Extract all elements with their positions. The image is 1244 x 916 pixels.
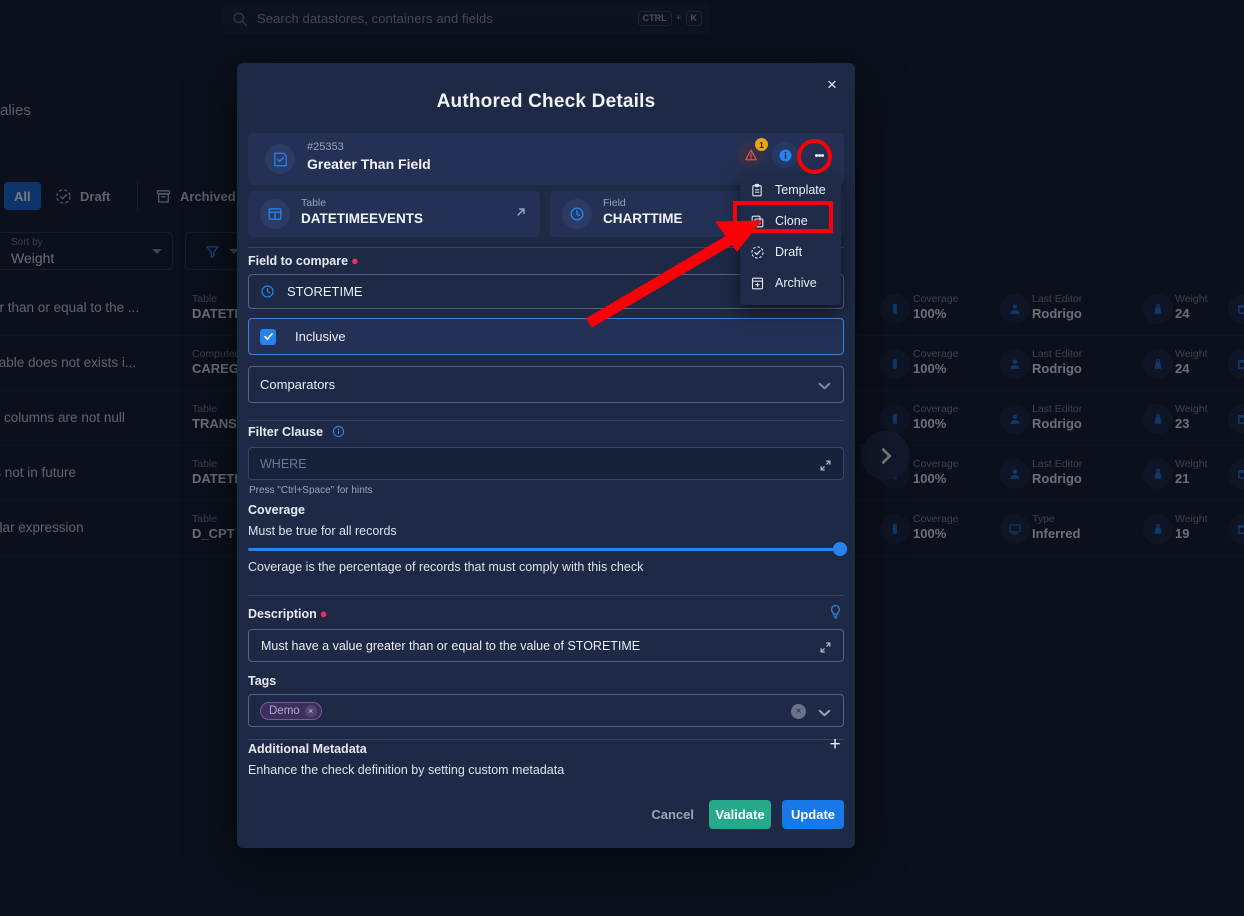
inclusive-checkbox-row[interactable]: Inclusive <box>248 318 844 355</box>
description-value: Must have a value greater than or equal … <box>261 638 641 653</box>
modal-title: Authored Check Details <box>436 91 656 112</box>
coverage-label: Coverage <box>248 503 305 517</box>
check-icon <box>265 144 295 174</box>
menu-item-template[interactable]: Template <box>740 175 841 206</box>
description-label-text: Description <box>248 607 317 621</box>
additional-metadata-subtitle: Enhance the check definition by setting … <box>248 763 565 777</box>
comparators-select[interactable]: Comparators <box>248 366 844 403</box>
menu-item-template-label: Template <box>775 183 826 198</box>
tag-chip[interactable]: Demo × <box>260 701 322 720</box>
description-input[interactable]: Must have a value greater than or equal … <box>248 629 844 662</box>
inclusive-label: Inclusive <box>295 329 346 344</box>
draft-check-icon <box>750 245 765 260</box>
menu-item-clone-label: Clone <box>775 214 808 229</box>
filter-clause-label-text: Filter Clause <box>248 425 324 439</box>
chevron-down-icon[interactable] <box>818 709 831 717</box>
coverage-slider-thumb[interactable] <box>833 542 847 556</box>
comparators-label: Comparators <box>260 377 336 392</box>
coverage-slider[interactable] <box>248 548 844 551</box>
more-options-button[interactable] <box>806 142 832 168</box>
lightbulb-icon[interactable] <box>828 604 843 620</box>
clock-icon <box>562 199 592 229</box>
menu-item-clone[interactable]: Clone <box>740 206 841 237</box>
field-to-compare-value: STORETIME <box>287 284 363 299</box>
divider <box>248 595 844 596</box>
description-label: Description ● <box>248 606 328 621</box>
clock-icon <box>260 284 275 299</box>
cancel-button[interactable]: Cancel <box>643 800 702 829</box>
divider <box>248 739 844 740</box>
required-indicator: ● <box>351 253 359 268</box>
coverage-subtitle: Must be true for all records <box>248 524 397 538</box>
tags-label: Tags <box>248 674 277 688</box>
field-to-compare-label: Field to compare ● <box>248 253 359 268</box>
expand-icon[interactable] <box>819 641 832 654</box>
filter-clause-input[interactable]: WHERE <box>248 447 844 480</box>
check-options-menu: Template Clone Draft Archive <box>740 175 841 305</box>
open-external-icon[interactable] <box>514 205 528 219</box>
check-header-actions: 1 <box>738 138 832 168</box>
chevron-down-icon <box>818 382 831 390</box>
template-icon <box>750 183 765 198</box>
menu-item-draft[interactable]: Draft <box>740 237 841 268</box>
tag-label: Demo <box>269 704 300 717</box>
field-card-label: Field <box>603 197 626 209</box>
menu-item-archive[interactable]: Archive <box>740 268 841 299</box>
archive-box-icon <box>750 276 765 291</box>
clear-tags-icon[interactable]: × <box>791 704 806 719</box>
clone-icon <box>750 214 765 229</box>
table-card-value: DATETIMEEVENTS <box>301 211 424 226</box>
filter-clause-placeholder: WHERE <box>260 456 307 471</box>
coverage-note: Coverage is the percentage of records th… <box>248 560 644 574</box>
menu-item-archive-label: Archive <box>775 276 817 291</box>
warning-badge-count: 1 <box>755 138 768 151</box>
kebab-dot <box>820 153 824 157</box>
update-button[interactable]: Update <box>782 800 844 829</box>
filter-clause-label: Filter Clause <box>248 425 345 439</box>
expand-icon[interactable] <box>819 459 832 472</box>
inclusive-checkbox[interactable] <box>260 328 276 345</box>
table-icon <box>260 199 290 229</box>
app-root: Search datastores, containers and fields… <box>0 0 1244 916</box>
validate-button[interactable]: Validate <box>709 800 771 829</box>
check-id: #25353 <box>307 141 344 153</box>
add-metadata-button[interactable]: + <box>827 735 843 754</box>
info-icon[interactable] <box>772 142 798 168</box>
warning-icon[interactable]: 1 <box>738 138 768 168</box>
check-name: Greater Than Field <box>307 156 431 172</box>
menu-item-draft-label: Draft <box>775 245 803 260</box>
field-to-compare-label-text: Field to compare <box>248 254 349 268</box>
info-circle-icon[interactable] <box>332 425 345 438</box>
table-card[interactable]: Table DATETIMEEVENTS <box>248 191 540 237</box>
field-card-value: CHARTTIME <box>603 211 683 226</box>
table-card-label: Table <box>301 197 327 209</box>
filter-clause-hint: Press "Ctrl+Space" for hints <box>249 485 373 496</box>
divider <box>248 420 844 421</box>
tags-input[interactable]: Demo × × <box>248 694 844 727</box>
additional-metadata-label: Additional Metadata <box>248 742 367 756</box>
modal-footer: Cancel Validate Update <box>248 800 844 830</box>
tag-remove-icon[interactable]: × <box>304 704 317 717</box>
required-indicator: ● <box>319 606 328 621</box>
